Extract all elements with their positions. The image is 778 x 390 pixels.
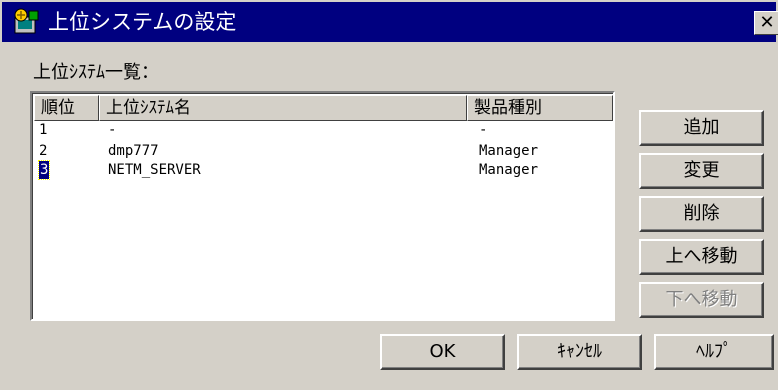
rank-cell-selected: 3 [37, 160, 51, 180]
close-button[interactable]: ✕ [754, 11, 778, 35]
rank-cell: 1 [39, 122, 48, 138]
list-header: 順位 上位ｼｽﾃﾑ名 製品種別 [34, 95, 613, 121]
table-row[interactable]: 3 NETM_SERVER Manager [34, 160, 613, 180]
table-row[interactable]: 1 - - [34, 121, 613, 139]
system-name-cell: NETM_SERVER [108, 162, 201, 178]
settings-dialog: 上位システムの設定 ✕ 上位ｼｽﾃﾑ一覧： 順位 上位ｼｽﾃﾑ名 製品種別 1 … [0, 0, 778, 390]
column-header-rank[interactable]: 順位 [34, 95, 99, 121]
change-button[interactable]: 変更 [639, 153, 764, 189]
upper-system-list[interactable]: 順位 上位ｼｽﾃﾑ名 製品種別 1 - - 2 dmp777 Manager 3… [30, 91, 615, 321]
close-icon: ✕ [759, 12, 775, 33]
column-header-system-name[interactable]: 上位ｼｽﾃﾑ名 [99, 95, 467, 121]
rank-cell: 2 [39, 143, 48, 159]
cancel-button[interactable]: ｷｬﾝｾﾙ [517, 334, 642, 370]
window-title: 上位システムの設定 [48, 10, 237, 34]
column-header-product-type[interactable]: 製品種別 [467, 95, 613, 121]
app-icon [11, 7, 41, 37]
system-name-cell: - [108, 122, 117, 138]
add-button[interactable]: 追加 [639, 110, 764, 146]
title-bar[interactable]: 上位システムの設定 ✕ [2, 2, 778, 42]
product-type-cell: Manager [479, 143, 539, 159]
table-row[interactable]: 2 dmp777 Manager [34, 142, 613, 160]
help-button[interactable]: ﾍﾙﾌﾟ [654, 334, 774, 370]
product-type-cell: Manager [479, 162, 539, 178]
product-type-cell: - [479, 122, 488, 138]
move-up-button[interactable]: 上へ移動 [639, 239, 764, 275]
system-name-cell: dmp777 [108, 143, 159, 159]
move-down-button[interactable]: 下へ移動 [639, 282, 764, 318]
ok-button[interactable]: OK [380, 334, 505, 370]
delete-button[interactable]: 削除 [639, 196, 764, 232]
list-label: 上位ｼｽﾃﾑ一覧： [33, 62, 159, 83]
